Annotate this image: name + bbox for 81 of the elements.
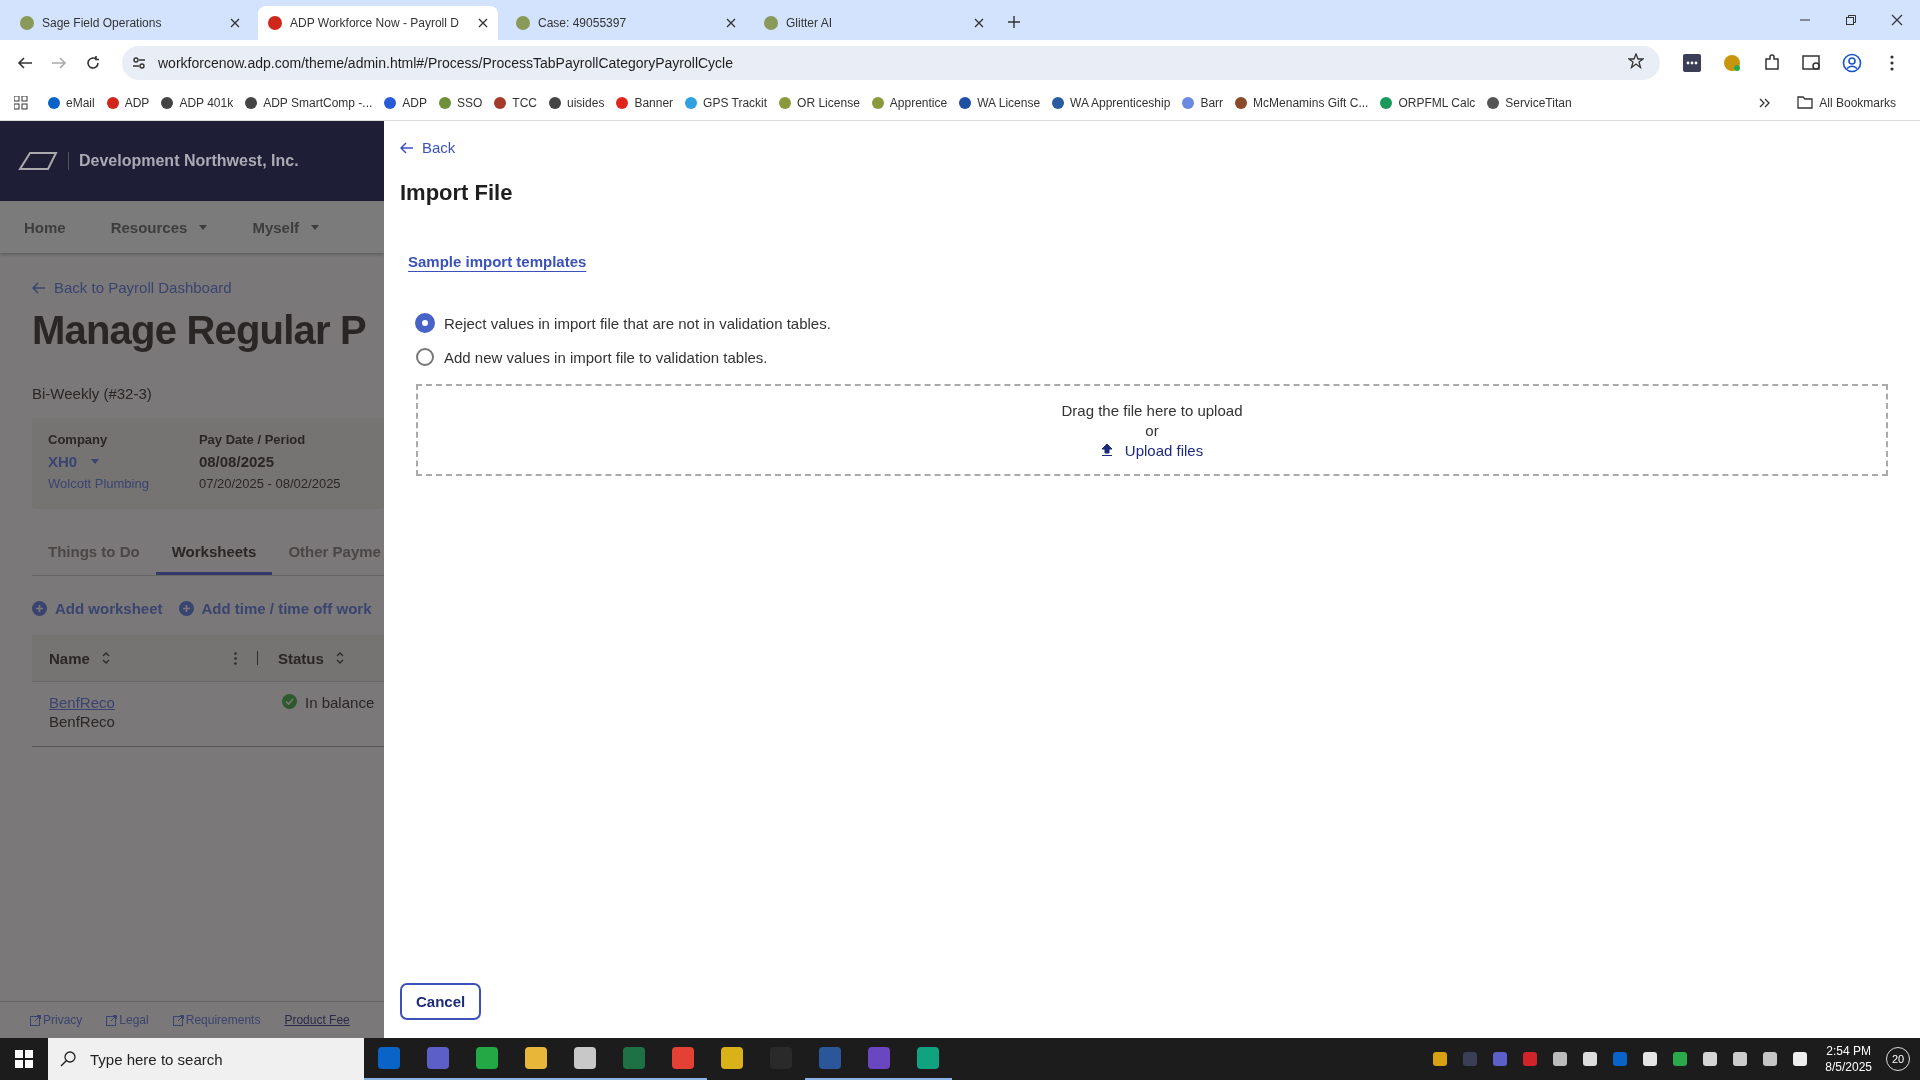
bookmark[interactable]: ADP <box>384 95 427 110</box>
bookmark[interactable]: TCC <box>494 95 538 110</box>
search-icon <box>60 1051 76 1067</box>
browser-tab[interactable]: ADP Workforce Now - Payroll D <box>258 6 498 40</box>
radio-button[interactable] <box>416 314 434 332</box>
sort-icon <box>101 652 110 664</box>
drop-hint: Drag the file here to upload <box>1061 401 1243 419</box>
tray-icon[interactable] <box>1733 1052 1748 1066</box>
caret-icon <box>91 459 100 464</box>
close-icon[interactable] <box>230 18 240 28</box>
bookmark[interactable]: WA Apprenticeship <box>1052 95 1171 110</box>
radio-option[interactable]: Add new values in import file to validation tables. <box>416 348 831 366</box>
taskbar-search-field[interactable]: Type here to search <box>48 1038 364 1080</box>
tray-icon[interactable] <box>1793 1052 1808 1066</box>
back-link[interactable]: Back <box>400 139 456 156</box>
favicon-icon <box>764 16 778 30</box>
bookmark[interactable]: eMail <box>48 95 95 110</box>
bookmark[interactable]: McMenamins Gift C... <box>1235 95 1369 110</box>
clock[interactable]: 2:54 PM 8/5/2025 <box>1825 1044 1872 1074</box>
tray-icon[interactable] <box>1643 1052 1658 1066</box>
close-icon[interactable] <box>726 18 736 28</box>
bookmark[interactable]: ORPFML Calc <box>1380 95 1476 110</box>
close-icon[interactable] <box>478 18 488 28</box>
pay-date: 08/08/2025 <box>198 453 275 470</box>
bookmark[interactable]: ADP SmartComp -... <box>245 95 373 110</box>
bookmark[interactable]: ADP <box>106 95 150 110</box>
bookmark[interactable]: SSO <box>439 95 483 110</box>
favicon-icon <box>268 16 282 30</box>
tray-icon[interactable] <box>1433 1052 1448 1066</box>
folder-icon <box>1797 96 1814 109</box>
check-circle-icon <box>282 694 297 709</box>
pay-frequency: Bi-Weekly (#32-3) <box>32 385 153 402</box>
browser-tab[interactable]: Glitter AI <box>754 6 994 40</box>
templates-link[interactable]: Sample import templates <box>408 253 587 270</box>
all-bookmarks[interactable]: All Bookmarks <box>1797 95 1906 110</box>
tray-icon[interactable] <box>1583 1052 1598 1066</box>
plus-circle-icon <box>32 601 47 616</box>
drop-zone[interactable]: Drag the file here to upload or Upload files <box>416 384 1888 476</box>
favicon-icon <box>516 16 530 30</box>
upload-icon <box>1100 443 1113 457</box>
bookmark[interactable]: ADP 401k <box>161 95 234 110</box>
more-icon[interactable] <box>234 651 237 665</box>
status-cell: In balance <box>282 694 375 730</box>
back-arrow-icon <box>400 141 414 154</box>
bookmark[interactable]: Barr <box>1182 95 1224 110</box>
bookmark[interactable]: Banner <box>616 95 674 110</box>
field-label: Pay Date / Period <box>198 432 307 447</box>
back-arrow-icon <box>32 281 46 294</box>
bookmark[interactable]: OR License <box>779 95 860 110</box>
browser-tab[interactable]: Sage Field Operations <box>10 6 250 40</box>
bookmark[interactable]: WA License <box>959 95 1041 110</box>
apps-grid-icon[interactable] <box>14 95 28 110</box>
pay-period: 07/20/2025 - 08/02/2025 <box>198 476 341 491</box>
chevrons-icon[interactable] <box>1759 96 1772 109</box>
field-label: Company <box>48 432 109 447</box>
address-field[interactable]: workforcenow.adp.com/theme/admin.html#/Process/ProcessTabPayrollCategoryPayrollCycle <box>122 45 1660 80</box>
cancel-button[interactable]: Cancel <box>400 983 482 1020</box>
sort-icon <box>335 652 344 664</box>
tray-icon[interactable] <box>1553 1052 1568 1066</box>
radio-option[interactable]: Reject values in import file that are not in validation tables. <box>416 314 831 332</box>
company-name: Wolcott Plumbing <box>48 476 149 491</box>
radio-button[interactable] <box>416 348 434 366</box>
or-text: or <box>1145 421 1159 439</box>
table-cell-text: BenfReco <box>49 713 116 730</box>
bookmark[interactable]: ServiceTitan <box>1487 95 1572 110</box>
upload-link[interactable]: Upload files <box>1100 441 1204 459</box>
browser-tab[interactable]: Case: 49055397 <box>506 6 746 40</box>
new-tab-icon[interactable] <box>1008 16 1020 28</box>
company-name: Development Northwest, Inc. <box>79 152 299 170</box>
bookmark[interactable]: GPS Trackit <box>685 95 768 110</box>
favicon-icon <box>20 16 34 30</box>
plus-circle-icon <box>178 601 194 616</box>
logo-icon <box>18 151 58 171</box>
tray-icon[interactable] <box>1763 1052 1778 1066</box>
bookmark[interactable]: Apprentice <box>871 95 948 110</box>
tray-icon[interactable] <box>1703 1052 1718 1066</box>
page-title: Manage Regular P <box>32 308 367 353</box>
site-settings-icon[interactable] <box>132 55 146 70</box>
close-icon[interactable] <box>974 18 984 28</box>
bookmark[interactable]: uisides <box>549 95 605 110</box>
panel-title: Import File <box>400 180 513 206</box>
